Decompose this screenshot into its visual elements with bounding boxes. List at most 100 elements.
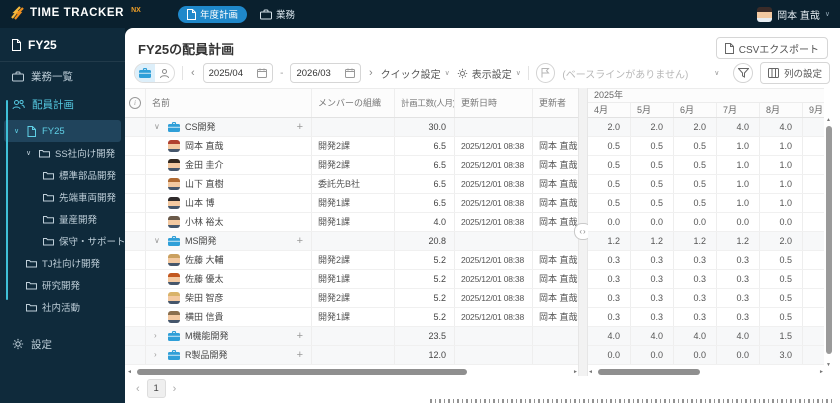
member-row[interactable]: 横田 信貴 開発1課 5.2 2025/12/01 08:38 岡本 直哉 (125, 308, 578, 327)
month-cell[interactable]: 4.0 (674, 327, 717, 345)
month-cell[interactable]: 0.5 (760, 308, 803, 326)
month-cell[interactable]: 0.0 (631, 346, 674, 364)
month-cell[interactable]: 4.0 (631, 327, 674, 345)
month-cell[interactable]: 0.5 (631, 175, 674, 193)
display-settings-dropdown[interactable]: 表示設定 ∨ (457, 66, 521, 81)
add-member-button[interactable]: + (297, 232, 311, 250)
month-cell[interactable]: 0.0 (588, 213, 631, 231)
baseline-flag-icon[interactable] (535, 63, 556, 83)
month-cell[interactable]: 0.3 (674, 308, 717, 326)
nav-work-button[interactable]: 業務 (260, 7, 295, 21)
month-cell[interactable]: 0.3 (588, 251, 631, 269)
month-cell[interactable]: 1.0 (760, 175, 803, 193)
month-cell[interactable]: 0.0 (760, 213, 803, 231)
tree-item[interactable]: 保守・サポート (0, 230, 125, 252)
month-cell[interactable]: 0.5 (588, 137, 631, 155)
next-period-button[interactable]: › (368, 67, 374, 79)
month-cell[interactable]: 0.3 (588, 289, 631, 307)
month-cell[interactable] (803, 270, 824, 288)
month-cell[interactable] (803, 308, 824, 326)
month-cell[interactable]: 0.3 (631, 251, 674, 269)
add-member-button[interactable]: + (297, 327, 311, 345)
member-row[interactable]: 小林 裕太 開発1課 4.0 2025/12/01 08:38 岡本 直哉 (125, 213, 578, 232)
tree-item-active[interactable]: ∨ FY25 (4, 120, 121, 142)
group-row[interactable]: › M機能開発 +23.5 (125, 327, 578, 346)
month-cell[interactable]: 0.5 (674, 194, 717, 212)
column-header-updated[interactable]: 更新日時 (455, 89, 533, 117)
row-expand-chevron[interactable]: › (154, 346, 163, 364)
column-header-effort[interactable]: 計画工数(人月) (395, 89, 455, 117)
tree-item[interactable]: 社内活動 (0, 296, 125, 318)
group-row[interactable]: › R製品開発 +12.0 (125, 346, 578, 365)
group-row[interactable]: ∨ MS開発 +20.8 (125, 232, 578, 251)
month-cell[interactable]: 0.0 (717, 213, 760, 231)
month-cell[interactable]: 0.3 (631, 289, 674, 307)
member-row[interactable]: 佐藤 優太 開発1課 5.2 2025/12/01 08:38 岡本 直哉 (125, 270, 578, 289)
horizontal-scroll-thumb[interactable] (598, 369, 700, 375)
month-cell[interactable]: 2.0 (674, 118, 717, 136)
member-row[interactable]: 金田 圭介 開発2課 6.5 2025/12/01 08:38 岡本 直哉 (125, 156, 578, 175)
row-expand-chevron[interactable]: › (154, 327, 163, 345)
month-cell[interactable]: 1.0 (717, 137, 760, 155)
month-cell[interactable]: 0.3 (674, 251, 717, 269)
month-cell[interactable]: 0.5 (760, 289, 803, 307)
page-prev-button[interactable]: ‹ (136, 383, 140, 395)
month-cell[interactable]: 0.5 (588, 194, 631, 212)
project-view-button[interactable] (135, 64, 155, 82)
tree-item[interactable]: 量産開発 (0, 208, 125, 230)
view-mode-toggle[interactable] (134, 63, 175, 83)
month-cell[interactable]: 1.0 (760, 137, 803, 155)
month-cell[interactable]: 1.0 (760, 156, 803, 174)
scroll-right-icon[interactable]: ► (819, 369, 824, 375)
month-cell[interactable]: 4.0 (717, 327, 760, 345)
month-cell[interactable] (803, 327, 824, 345)
month-cell[interactable]: 4.0 (760, 118, 803, 136)
month-cell[interactable]: 2.0 (760, 232, 803, 250)
month-cell[interactable]: 0.3 (717, 270, 760, 288)
sidebar-item-settings[interactable]: 設定 (0, 330, 125, 358)
date-to-input[interactable]: 2026/03 (290, 63, 361, 83)
scroll-up-icon[interactable]: ▲ (826, 117, 831, 123)
vertical-scroll-thumb[interactable] (826, 126, 832, 354)
member-row[interactable]: 山本 博 開発1課 6.5 2025/12/01 08:38 岡本 直哉 (125, 194, 578, 213)
month-cell[interactable]: 0.5 (631, 156, 674, 174)
month-cell[interactable] (803, 289, 824, 307)
row-expand-chevron[interactable]: ∨ (154, 232, 163, 250)
month-cell[interactable]: 0.5 (588, 175, 631, 193)
tree-item[interactable]: 先端車両開発 (0, 186, 125, 208)
month-cell[interactable]: 0.3 (674, 270, 717, 288)
column-header-org[interactable]: メンバーの組織 (312, 89, 395, 117)
month-cell[interactable] (803, 213, 824, 231)
month-cell[interactable] (803, 175, 824, 193)
month-cell[interactable]: 0.3 (631, 308, 674, 326)
member-row[interactable]: 柴田 智彦 開発2課 5.2 2025/12/01 08:38 岡本 直哉 (125, 289, 578, 308)
add-member-button[interactable]: + (297, 346, 311, 364)
month-cell[interactable]: 1.0 (717, 175, 760, 193)
tree-item[interactable]: ∨ SS社向け開発 (0, 142, 125, 164)
month-cell[interactable] (803, 194, 824, 212)
month-cell[interactable]: 0.5 (631, 137, 674, 155)
month-cell[interactable]: 0.5 (674, 156, 717, 174)
month-cell[interactable]: 1.2 (717, 232, 760, 250)
month-cell[interactable]: 0.5 (760, 270, 803, 288)
member-row[interactable]: 岡本 直哉 開発2課 6.5 2025/12/01 08:38 岡本 直哉 (125, 137, 578, 156)
panel-splitter[interactable]: ‹› (574, 88, 592, 376)
month-cell[interactable]: 0.0 (631, 213, 674, 231)
row-expand-chevron[interactable]: ∨ (154, 118, 163, 136)
month-cell[interactable]: 1.0 (717, 156, 760, 174)
month-cell[interactable]: 0.0 (588, 346, 631, 364)
month-cell[interactable]: 0.3 (588, 270, 631, 288)
column-header-name[interactable]: 名前 (146, 89, 312, 117)
month-cell[interactable]: 1.2 (674, 232, 717, 250)
month-cell[interactable]: 0.3 (588, 308, 631, 326)
month-cell[interactable]: 2.0 (588, 118, 631, 136)
month-cell[interactable] (803, 118, 824, 136)
date-from-input[interactable]: 2025/04 (202, 63, 274, 83)
month-cell[interactable] (803, 137, 824, 155)
month-cell[interactable]: 3.0 (760, 346, 803, 364)
month-cell[interactable] (803, 251, 824, 269)
month-cell[interactable]: 0.5 (674, 137, 717, 155)
month-cell[interactable]: 0.5 (588, 156, 631, 174)
member-row[interactable]: 山下 直樹 委託先B社 6.5 2025/12/01 08:38 岡本 直哉 (125, 175, 578, 194)
scroll-left-icon[interactable]: ◄ (127, 369, 132, 375)
